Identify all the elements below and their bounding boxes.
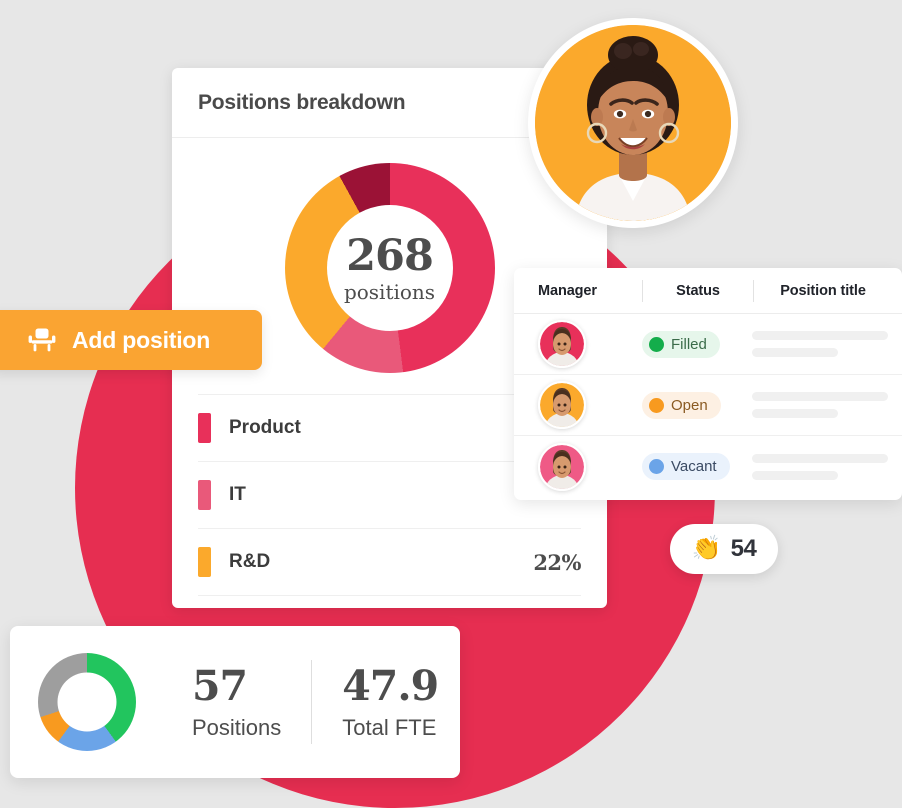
table-row[interactable]: Open [514,375,902,436]
status-badge[interactable]: Vacant [642,453,730,480]
donut-ring: 268 positions [284,163,495,373]
chair-icon [28,327,56,353]
cell-status: Vacant [642,453,748,480]
stat-positions: 57 Positions [162,661,311,740]
column-header-manager: Manager [538,282,597,299]
clap-count: 54 [730,535,757,562]
skeleton-bar [752,331,888,340]
table-row[interactable]: Filled [514,314,902,375]
cell-manager [538,381,642,429]
header-divider [642,279,643,302]
legend-swatch [198,547,211,577]
summary-stats-card: 57 Positions 47.9 Total FTE [10,626,460,778]
cell-status: Filled [642,330,748,358]
add-position-button[interactable]: Add position [0,310,262,370]
stat-positions-value: 57 [192,661,248,710]
header-divider [753,279,754,302]
donut-center-value: 268 [346,230,434,281]
donut-center: 268 positions [326,205,453,331]
stat-total-fte-label: Total FTE [342,714,437,740]
add-position-label: Add position [72,326,211,353]
skeleton-bar [752,409,838,418]
illustration-stage: Positions breakdown 268 positions Produc… [0,0,902,808]
stat-total-fte-value: 47.9 [342,661,439,710]
avatar[interactable] [538,320,586,368]
cell-position-title [748,392,888,418]
skeleton-bar [752,453,888,463]
status-badge[interactable]: Filled [642,330,720,358]
cell-manager [538,442,642,491]
avatar[interactable] [538,442,586,491]
cell-status: Open [642,391,748,419]
cell-position-title [748,453,888,480]
column-header-status: Status [676,282,720,299]
status-dot-icon [649,397,664,413]
portrait-thumbnail [540,444,584,489]
table-row[interactable]: Vacant [514,436,902,497]
skeleton-bar [752,470,838,480]
legend-item[interactable]: R&D 22% [198,529,581,596]
legend-swatch [198,413,211,443]
summary-donut-chart [38,653,136,751]
avatar[interactable] [538,381,586,429]
status-badge[interactable]: Open [642,391,721,419]
portrait-thumbnail [540,322,584,366]
portrait-thumbnail [540,383,584,427]
status-dot-icon [649,336,664,352]
legend-percent: 22% [533,549,581,575]
table-header-row: Manager Status Position title [514,268,902,314]
summary-donut-center [57,672,117,732]
clap-reaction-badge[interactable]: 👏 54 [670,524,778,574]
page-title: Positions breakdown [198,90,406,114]
positions-table-card: Manager Status Position title Filled Open… [514,268,902,500]
status-label: Vacant [671,458,717,475]
column-header-position-title: Position title [780,282,866,299]
legend-swatch [198,480,211,510]
manager-avatar-bubble [528,18,738,228]
portrait-illustration [535,25,731,221]
avatar [535,25,731,221]
table-body: Filled Open Vacant [514,314,902,497]
status-dot-icon [649,459,664,474]
cell-position-title [748,331,888,357]
skeleton-bar [752,392,888,401]
stat-positions-label: Positions [192,714,282,740]
donut-center-label: positions [343,279,436,304]
stat-group: 57 Positions 47.9 Total FTE [162,660,468,744]
status-label: Filled [671,335,707,353]
skeleton-bar [752,348,838,357]
clapping-hands-icon: 👏 [691,535,722,562]
status-label: Open [671,396,708,414]
legend-label: R&D [229,551,271,572]
cell-manager [538,320,642,368]
stat-total-fte: 47.9 Total FTE [312,661,468,740]
